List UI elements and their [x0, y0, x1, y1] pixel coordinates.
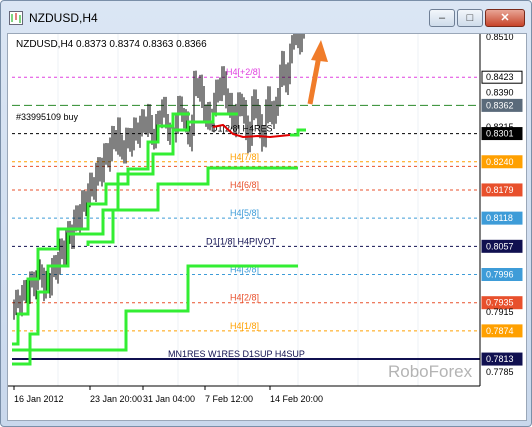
time-axis: 16 Jan 2012 23 Jan 20:00 31 Jan 04:00 7 Feb… — [8, 385, 480, 404]
level-label: MN1RES W1RES D1SUP H4SUP — [168, 349, 305, 359]
level-label: H4[1/8] — [230, 321, 259, 331]
axis-price-label: 0.8240 — [486, 157, 514, 167]
level-label: H4[+2/8] — [226, 67, 260, 77]
close-button[interactable]: ✕ — [485, 9, 525, 27]
window-title: NZDUSD,H4 — [29, 11, 98, 25]
xaxis-label: 14 Feb 20:00 — [270, 394, 323, 404]
chart-icon — [9, 11, 23, 25]
axis-price-label: 0.8057 — [486, 241, 514, 251]
axis-tick-label: 0.7785 — [486, 367, 514, 377]
arrow-up-icon — [307, 40, 328, 105]
axis-price-label: 0.8179 — [486, 185, 514, 195]
axis-tick-label: 0.8390 — [486, 87, 514, 97]
support-line — [290, 128, 306, 137]
level-label: H4[7/8] — [230, 152, 259, 162]
axis-price-label: 0.8362 — [486, 100, 514, 110]
level-label: H4[6/8] — [230, 180, 259, 190]
price-chart[interactable]: H4[+2/8]D1[2/8] H4RESH4[7/8]H4[6/8]H4[5/… — [8, 0, 526, 420]
maximize-button[interactable]: □ — [457, 9, 483, 27]
level-label: H4[5/8] — [230, 208, 259, 218]
axis-price-label: 0.7996 — [486, 270, 514, 280]
level-label: D1[1/8] H4PIVOT — [206, 236, 277, 246]
xaxis-label: 7 Feb 12:00 — [205, 394, 253, 404]
axis-price-label: 0.8423 — [486, 72, 514, 82]
xaxis-label: 31 Jan 04:00 — [143, 394, 195, 404]
axis-price-label: 0.8301 — [486, 129, 514, 139]
xaxis-label: 23 Jan 20:00 — [90, 394, 142, 404]
level-label: H4[2/8] — [230, 293, 259, 303]
axis-price-label: 0.7874 — [486, 326, 514, 336]
axis-price-label: 0.8118 — [486, 213, 513, 223]
order-label: #33995109 buy — [16, 112, 79, 122]
chart-area[interactable]: H4[+2/8] D1[2/8] H4RES H4[7/8] H4[6/8] H4[5/… — [7, 0, 527, 421]
axis-tick-label: 0.8510 — [486, 34, 514, 42]
axis-tick-label: 0.7915 — [486, 307, 514, 317]
axis-price-label: 0.7813 — [486, 354, 514, 364]
support-line — [12, 264, 298, 352]
watermark: RoboForex — [388, 362, 473, 381]
price-axis: 0.85100.84230.83900.83620.83150.83010.82… — [479, 32, 523, 386]
chart-window: NZDUSD,H4 – □ ✕ H4[+2/8] D1[2/8] H4RES H4[… — [0, 0, 532, 427]
title-bar[interactable]: NZDUSD,H4 – □ ✕ — [1, 1, 531, 35]
xaxis-label: 16 Jan 2012 — [14, 394, 64, 404]
minimize-button[interactable]: – — [429, 9, 455, 27]
chart-header: NZDUSD,H4 0.8373 0.8374 0.8363 0.8366 — [16, 39, 207, 50]
